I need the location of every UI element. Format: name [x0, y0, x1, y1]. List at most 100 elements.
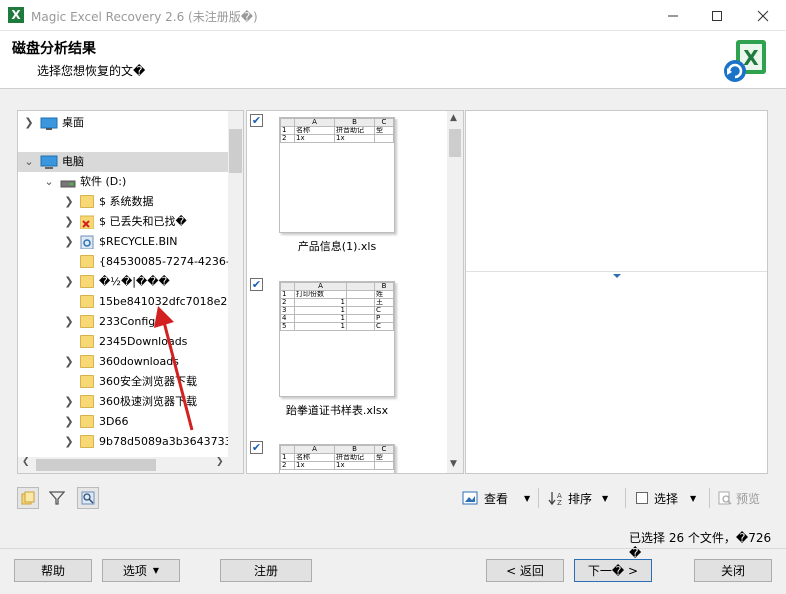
- file-checkbox[interactable]: ✔: [250, 278, 263, 291]
- scrollbar-thumb[interactable]: [229, 129, 242, 173]
- tree-horizontal-scrollbar[interactable]: ❮ ❯: [18, 457, 243, 473]
- col-header: C: [374, 118, 394, 127]
- filter-button[interactable]: [49, 486, 65, 510]
- cell: 王: [374, 298, 394, 307]
- preview-button[interactable]: 预览: [718, 486, 760, 510]
- image-view-icon: [462, 491, 478, 505]
- cell: [374, 134, 394, 143]
- filter-icon: [49, 491, 65, 505]
- file-checkbox[interactable]: ✔: [250, 114, 263, 127]
- minimize-button[interactable]: [650, 0, 696, 31]
- chevron-right-icon[interactable]: ❯: [63, 272, 75, 292]
- cell: 打印份数: [294, 290, 347, 299]
- maximize-button[interactable]: [694, 0, 740, 31]
- chevron-right-icon[interactable]: ❯: [63, 232, 75, 252]
- tree-item-desktop[interactable]: ❯ 桌面: [18, 113, 228, 133]
- cell: 2: [280, 461, 295, 470]
- tree-item-folder[interactable]: {84530085-7274-4236-91A: [18, 252, 228, 272]
- scroll-left-icon[interactable]: ❮: [22, 457, 30, 467]
- sort-icon: AZ: [548, 492, 562, 506]
- tree-item-folder[interactable]: ❯ $ 系统数据: [18, 192, 228, 212]
- close-window-button[interactable]: [740, 0, 786, 31]
- back-button[interactable]: < 返回: [486, 559, 564, 582]
- lost-files-icon: [80, 215, 94, 229]
- register-button[interactable]: 注册: [220, 559, 312, 582]
- scroll-down-icon[interactable]: ▼: [450, 459, 457, 469]
- help-button[interactable]: 帮助: [14, 559, 92, 582]
- cell: 1x: [334, 134, 375, 143]
- close-button[interactable]: 关闭: [694, 559, 772, 582]
- folder-icon: [80, 255, 94, 268]
- tree-item-label: 3D66: [99, 415, 129, 428]
- find-button[interactable]: [77, 487, 99, 509]
- file-checkbox[interactable]: ✔: [250, 441, 263, 454]
- folder-tree[interactable]: ❯ 桌面 ⌄ 电脑 ⌄ 软件 (D:) ❯ $ 系统数据 ❯ $ 已丢失和已找�…: [17, 110, 244, 474]
- cell: P: [374, 314, 394, 323]
- select-label: 选择: [654, 491, 679, 506]
- cell: 2: [280, 298, 295, 307]
- folder-icon: [80, 195, 94, 208]
- excel-recovery-logo-icon: X: [724, 40, 766, 82]
- annotation-arrow-icon: [154, 306, 194, 431]
- tree-item-drive-d[interactable]: ⌄ 软件 (D:): [18, 172, 228, 192]
- spreadsheet-thumbnail[interactable]: ABC 1 名称 拼音助记型 2 1x 1x: [279, 117, 395, 233]
- cell: [346, 290, 375, 299]
- cell: 型: [374, 126, 394, 135]
- col-header: A: [294, 282, 347, 291]
- chevron-down-icon[interactable]: ⌄: [43, 172, 55, 192]
- chevron-right-icon[interactable]: ❯: [23, 113, 35, 133]
- select-dropdown-button[interactable]: 选择 ▼: [636, 486, 696, 510]
- options-button[interactable]: 选项 ▼: [102, 559, 180, 582]
- cell: 名称: [294, 453, 335, 462]
- cell: 拼音助记: [334, 453, 375, 462]
- chevron-right-icon[interactable]: ❯: [63, 192, 75, 212]
- folder-icon: [80, 435, 94, 448]
- next-button[interactable]: 下一� >: [574, 559, 652, 582]
- select-all-checkbox[interactable]: [636, 492, 648, 504]
- thumbnail-vertical-scrollbar[interactable]: ▲ ▼: [447, 111, 463, 473]
- chevron-right-icon[interactable]: ❯: [63, 432, 75, 452]
- folder-icon: [80, 335, 94, 348]
- svg-text:Z: Z: [557, 499, 562, 506]
- register-label: 注册: [253, 564, 278, 578]
- tree-item-label: {84530085-7274-4236-91A: [99, 255, 228, 268]
- chevron-right-icon[interactable]: ❯: [63, 352, 75, 372]
- view-mode-button[interactable]: [17, 487, 39, 509]
- toolbar-separator: [709, 488, 710, 508]
- cell: 1: [294, 314, 347, 323]
- chevron-right-icon[interactable]: ❯: [63, 212, 75, 232]
- file-thumbnail-list[interactable]: ✔ ABC 1 名称 拼音助记型 2 1x 1x 产品信息(1).xls ✔ AB 1打…: [246, 110, 464, 474]
- tree-item-folder[interactable]: ❯ $RECYCLE.BIN: [18, 232, 228, 252]
- dropdown-arrow-icon: ▼: [152, 566, 160, 575]
- tree-item-folder[interactable]: ❯ $ 已丢失和已找�: [18, 212, 228, 232]
- tree-item-label: 233Config: [99, 315, 156, 328]
- spreadsheet-thumbnail[interactable]: ABC 1 名称 拼音助记型 2 1x 1x: [279, 444, 395, 473]
- spreadsheet-thumbnail[interactable]: AB 1 打印份数姓 21王 31C 41P 51C: [279, 281, 395, 397]
- splitter-arrow-icon[interactable]: [613, 274, 621, 278]
- cell: [346, 322, 375, 331]
- scroll-right-icon[interactable]: ❯: [216, 457, 224, 467]
- col-header: [346, 282, 375, 291]
- cell: 1: [280, 126, 295, 135]
- tree-item-folder[interactable]: ❯ �½�|���: [18, 272, 228, 292]
- view-dropdown-button[interactable]: 查看 ▼: [462, 486, 530, 510]
- scroll-up-icon[interactable]: ▲: [450, 113, 457, 123]
- tree-item-computer[interactable]: ⌄ 电脑: [18, 152, 228, 172]
- cell: 2: [280, 134, 295, 143]
- title-bar: X Magic Excel Recovery 2.6 (未注册版�): [0, 0, 786, 31]
- close-label: 关闭: [720, 564, 745, 578]
- search-icon: [81, 491, 95, 505]
- tree-vertical-scrollbar[interactable]: [228, 111, 243, 457]
- sort-dropdown-button[interactable]: AZ 排序 ▼: [548, 486, 608, 510]
- chevron-right-icon[interactable]: ❯: [63, 392, 75, 412]
- chevron-right-icon[interactable]: ❯: [63, 412, 75, 432]
- chevron-down-icon[interactable]: ⌄: [23, 152, 35, 172]
- cell: 1: [280, 290, 295, 299]
- preview-icon: [718, 491, 732, 505]
- scrollbar-thumb[interactable]: [36, 459, 156, 471]
- chevron-right-icon[interactable]: ❯: [63, 312, 75, 332]
- tree-item-label: �½�|���: [99, 275, 170, 288]
- scrollbar-thumb[interactable]: [449, 129, 461, 157]
- file-name-label: 跆拳道证书样表.xlsx: [285, 404, 389, 417]
- col-header: A: [294, 445, 335, 454]
